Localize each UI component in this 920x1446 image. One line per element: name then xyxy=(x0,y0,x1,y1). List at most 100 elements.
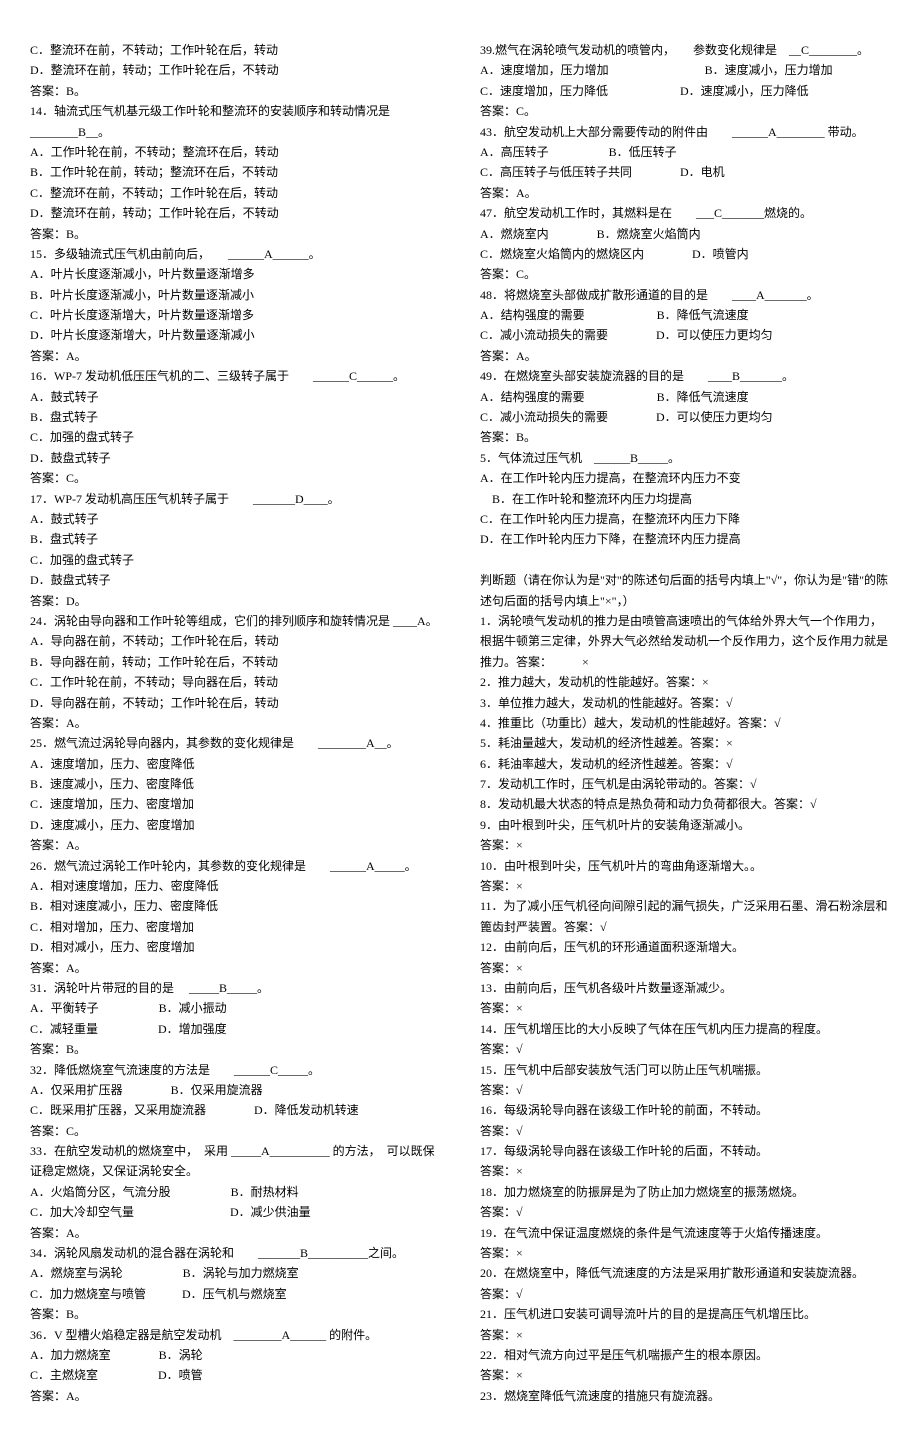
text-line: C．主燃烧室 D．喷管 xyxy=(30,1365,440,1385)
text-line: 答案：B。 xyxy=(30,1304,440,1324)
text-line: C．加力燃烧室与喷管 D．压气机与燃烧室 xyxy=(30,1284,440,1304)
text-line: 19．在气流中保证温度燃烧的条件是气流速度等于火焰传播速度。 xyxy=(480,1223,890,1243)
text-line: C．燃烧室火焰筒内的燃烧区内 D．喷管内 xyxy=(480,244,890,264)
text-line: 22．相对气流方向过平是压气机喘振产生的根本原因。 xyxy=(480,1345,890,1365)
text-line: A．叶片长度逐渐减小，叶片数量逐渐增多 xyxy=(30,264,440,284)
text-line: 12．由前向后，压气机的环形通道面积逐渐增大。 xyxy=(480,937,890,957)
text-line: B．导向器在前，转动；工作叶轮在后，不转动 xyxy=(30,652,440,672)
text-line: 答案：√ xyxy=(480,1121,890,1141)
text-line: 答案：× xyxy=(480,1161,890,1181)
text-line: A．火焰筒分区，气流分股 B．耐热材料 xyxy=(30,1182,440,1202)
text-line: 43．航空发动机上大部分需要传动的附件由 ______A________ 带动。 xyxy=(480,122,890,142)
text-line: A．鼓式转子 xyxy=(30,509,440,529)
text-line: C．高压转子与低压转子共同 D．电机 xyxy=(480,162,890,182)
text-line: C．减轻重量 D．增加强度 xyxy=(30,1019,440,1039)
text-line: 8．发动机最大状态的特点是热负荷和动力负荷都很大。答案：√ xyxy=(480,794,890,814)
text-line: 答案：A。 xyxy=(30,1386,440,1406)
text-line: 18．加力燃烧室的防振屏是为了防止加力燃烧室的振荡燃烧。 xyxy=(480,1182,890,1202)
document-body: C．整流环在前，不转动；工作叶轮在后，转动D．整流环在前，转动；工作叶轮在后，不… xyxy=(30,40,890,1406)
text-line: 6．耗油率越大，发动机的经济性越差。答案：√ xyxy=(480,754,890,774)
text-line: A．鼓式转子 xyxy=(30,387,440,407)
text-line: 24．涡轮由导向器和工作叶轮等组成，它们的排列顺序和旋转情况是 ____A。 xyxy=(30,611,440,631)
text-line: 答案：A。 xyxy=(480,346,890,366)
text-line: 1．涡轮喷气发动机的推力是由喷管高速喷出的气体给外界大气一个作用力，根据牛顿第三… xyxy=(480,611,890,672)
text-line: 答案：C。 xyxy=(30,468,440,488)
text-line: 答案：× xyxy=(480,1243,890,1263)
text-line: 5．耗油量越大，发动机的经济性越差。答案：× xyxy=(480,733,890,753)
text-line: 答案：× xyxy=(480,998,890,1018)
text-line: B．在工作叶轮和整流环内压力均提高 xyxy=(480,489,890,509)
text-line: 15．多级轴流式压气机由前向后， ______A______。 xyxy=(30,244,440,264)
text-line: 3．单位推力越大，发动机的性能越好。答案：√ xyxy=(480,693,890,713)
text-line: B．速度减小，压力、密度降低 xyxy=(30,774,440,794)
text-line: 答案：A。 xyxy=(30,958,440,978)
text-line: 10．由叶根到叶尖，压气机叶片的弯曲角逐渐增大。。 xyxy=(480,856,890,876)
text-line: D．鼓盘式转子 xyxy=(30,448,440,468)
text-line: 36．V 型槽火焰稳定器是航空发动机 ________A______ 的附件。 xyxy=(30,1325,440,1345)
text-line: 答案：A。 xyxy=(30,835,440,855)
text-line: 23．燃烧室降低气流速度的措施只有旋流器。 xyxy=(480,1386,890,1406)
text-line: 答案：B。 xyxy=(480,427,890,447)
text-line: 2．推力越大，发动机的性能越好。答案：× xyxy=(480,672,890,692)
text-line: 答案：A。 xyxy=(30,1223,440,1243)
text-line: 答案：B。 xyxy=(30,1039,440,1059)
text-line: 答案：× xyxy=(480,876,890,896)
text-line: 答案：√ xyxy=(480,1284,890,1304)
text-line: D．速度减小，压力、密度增加 xyxy=(30,815,440,835)
text-line xyxy=(480,550,890,570)
text-line: 47．航空发动机工作时，其燃料是在 ___C_______燃烧的。 xyxy=(480,203,890,223)
text-line: 答案：C。 xyxy=(30,1121,440,1141)
text-line: C．加大冷却空气量 D．减少供油量 xyxy=(30,1202,440,1222)
text-line: A．仅采用扩压器 B．仅采用旋流器 xyxy=(30,1080,440,1100)
text-line: A．在工作叶轮内压力提高，在整流环内压力不变 xyxy=(480,468,890,488)
text-line: 答案：C。 xyxy=(480,264,890,284)
text-line: A．相对速度增加，压力、密度降低 xyxy=(30,876,440,896)
text-line: B．叶片长度逐渐减小，叶片数量逐渐减小 xyxy=(30,285,440,305)
text-line: D．相对减小，压力、密度增加 xyxy=(30,937,440,957)
text-line: 答案：× xyxy=(480,1325,890,1345)
text-line: C．整流环在前，不转动；工作叶轮在后，转动 xyxy=(30,40,440,60)
text-line: B．盘式转子 xyxy=(30,529,440,549)
text-line: D．叶片长度逐渐增大，叶片数量逐渐减小 xyxy=(30,325,440,345)
text-line: 答案：B。 xyxy=(30,81,440,101)
text-line: C．速度增加，压力、密度增加 xyxy=(30,794,440,814)
text-line: 答案：× xyxy=(480,1365,890,1385)
text-line: 答案：B。 xyxy=(30,224,440,244)
text-line: D．导向器在前，不转动；工作叶轮在后，转动 xyxy=(30,693,440,713)
text-line: D．在工作叶轮内压力下降，在整流环内压力提高 xyxy=(480,529,890,549)
text-line: C．加强的盘式转子 xyxy=(30,427,440,447)
text-line: A．高压转子 B．低压转子 xyxy=(480,142,890,162)
text-line: C．叶片长度逐渐增大，叶片数量逐渐增多 xyxy=(30,305,440,325)
text-line: 34．涡轮风扇发动机的混合器在涡轮和 _______B__________之间。 xyxy=(30,1243,440,1263)
text-line: 答案：× xyxy=(480,958,890,978)
text-line: C．工作叶轮在前，不转动；导向器在后，转动 xyxy=(30,672,440,692)
text-line: 答案：A。 xyxy=(30,713,440,733)
text-line: 16．WP-7 发动机低压压气机的二、三级转子属于 ______C______。 xyxy=(30,366,440,386)
text-line: 4．推重比（功重比）越大，发动机的性能越好。答案：√ xyxy=(480,713,890,733)
text-line: A．加力燃烧室 B．涡轮 xyxy=(30,1345,440,1365)
text-line: C．减小流动损失的需要 D．可以使压力更均匀 xyxy=(480,407,890,427)
text-line: 14．压气机增压比的大小反映了气体在压气机内压力提高的程度。 xyxy=(480,1019,890,1039)
text-line: 21．压气机进口安装可调导流叶片的目的是提高压气机增压比。 xyxy=(480,1304,890,1324)
text-line: A．结构强度的需要 B．降低气流速度 xyxy=(480,305,890,325)
text-line: A．燃烧室与涡轮 B．涡轮与加力燃烧室 xyxy=(30,1263,440,1283)
text-line: 答案：√ xyxy=(480,1202,890,1222)
text-line: C．加强的盘式转子 xyxy=(30,550,440,570)
text-line: 33．在航空发动机的燃烧室中， 采用 _____A__________ 的方法，… xyxy=(30,1141,440,1182)
text-line: A．导向器在前，不转动；工作叶轮在后，转动 xyxy=(30,631,440,651)
text-line: 26．燃气流过涡轮工作叶轮内，其参数的变化规律是 ______A_____。 xyxy=(30,856,440,876)
text-line: 25．燃气流过涡轮导向器内，其参数的变化规律是 ________A__。 xyxy=(30,733,440,753)
text-line: 答案：A。 xyxy=(30,346,440,366)
text-line: B．工作叶轮在前，转动；整流环在后，不转动 xyxy=(30,162,440,182)
text-line: 14．轴流式压气机基元级工作叶轮和整流环的安装顺序和转动情况是 ________… xyxy=(30,101,440,142)
text-line: D．鼓盘式转子 xyxy=(30,570,440,590)
text-line: A．平衡转子 B．减小振动 xyxy=(30,998,440,1018)
text-line: 31．涡轮叶片带冠的目的是 _____B_____。 xyxy=(30,978,440,998)
text-line: 9．由叶根到叶尖，压气机叶片的安装角逐渐减小。 xyxy=(480,815,890,835)
text-line: 答案：D。 xyxy=(30,591,440,611)
text-line: 答案：C。 xyxy=(480,101,890,121)
text-line: C．相对增加，压力、密度增加 xyxy=(30,917,440,937)
text-line: B．盘式转子 xyxy=(30,407,440,427)
text-line: C．速度增加，压力降低 D．速度减小，压力降低 xyxy=(480,81,890,101)
text-line: 答案：√ xyxy=(480,1080,890,1100)
